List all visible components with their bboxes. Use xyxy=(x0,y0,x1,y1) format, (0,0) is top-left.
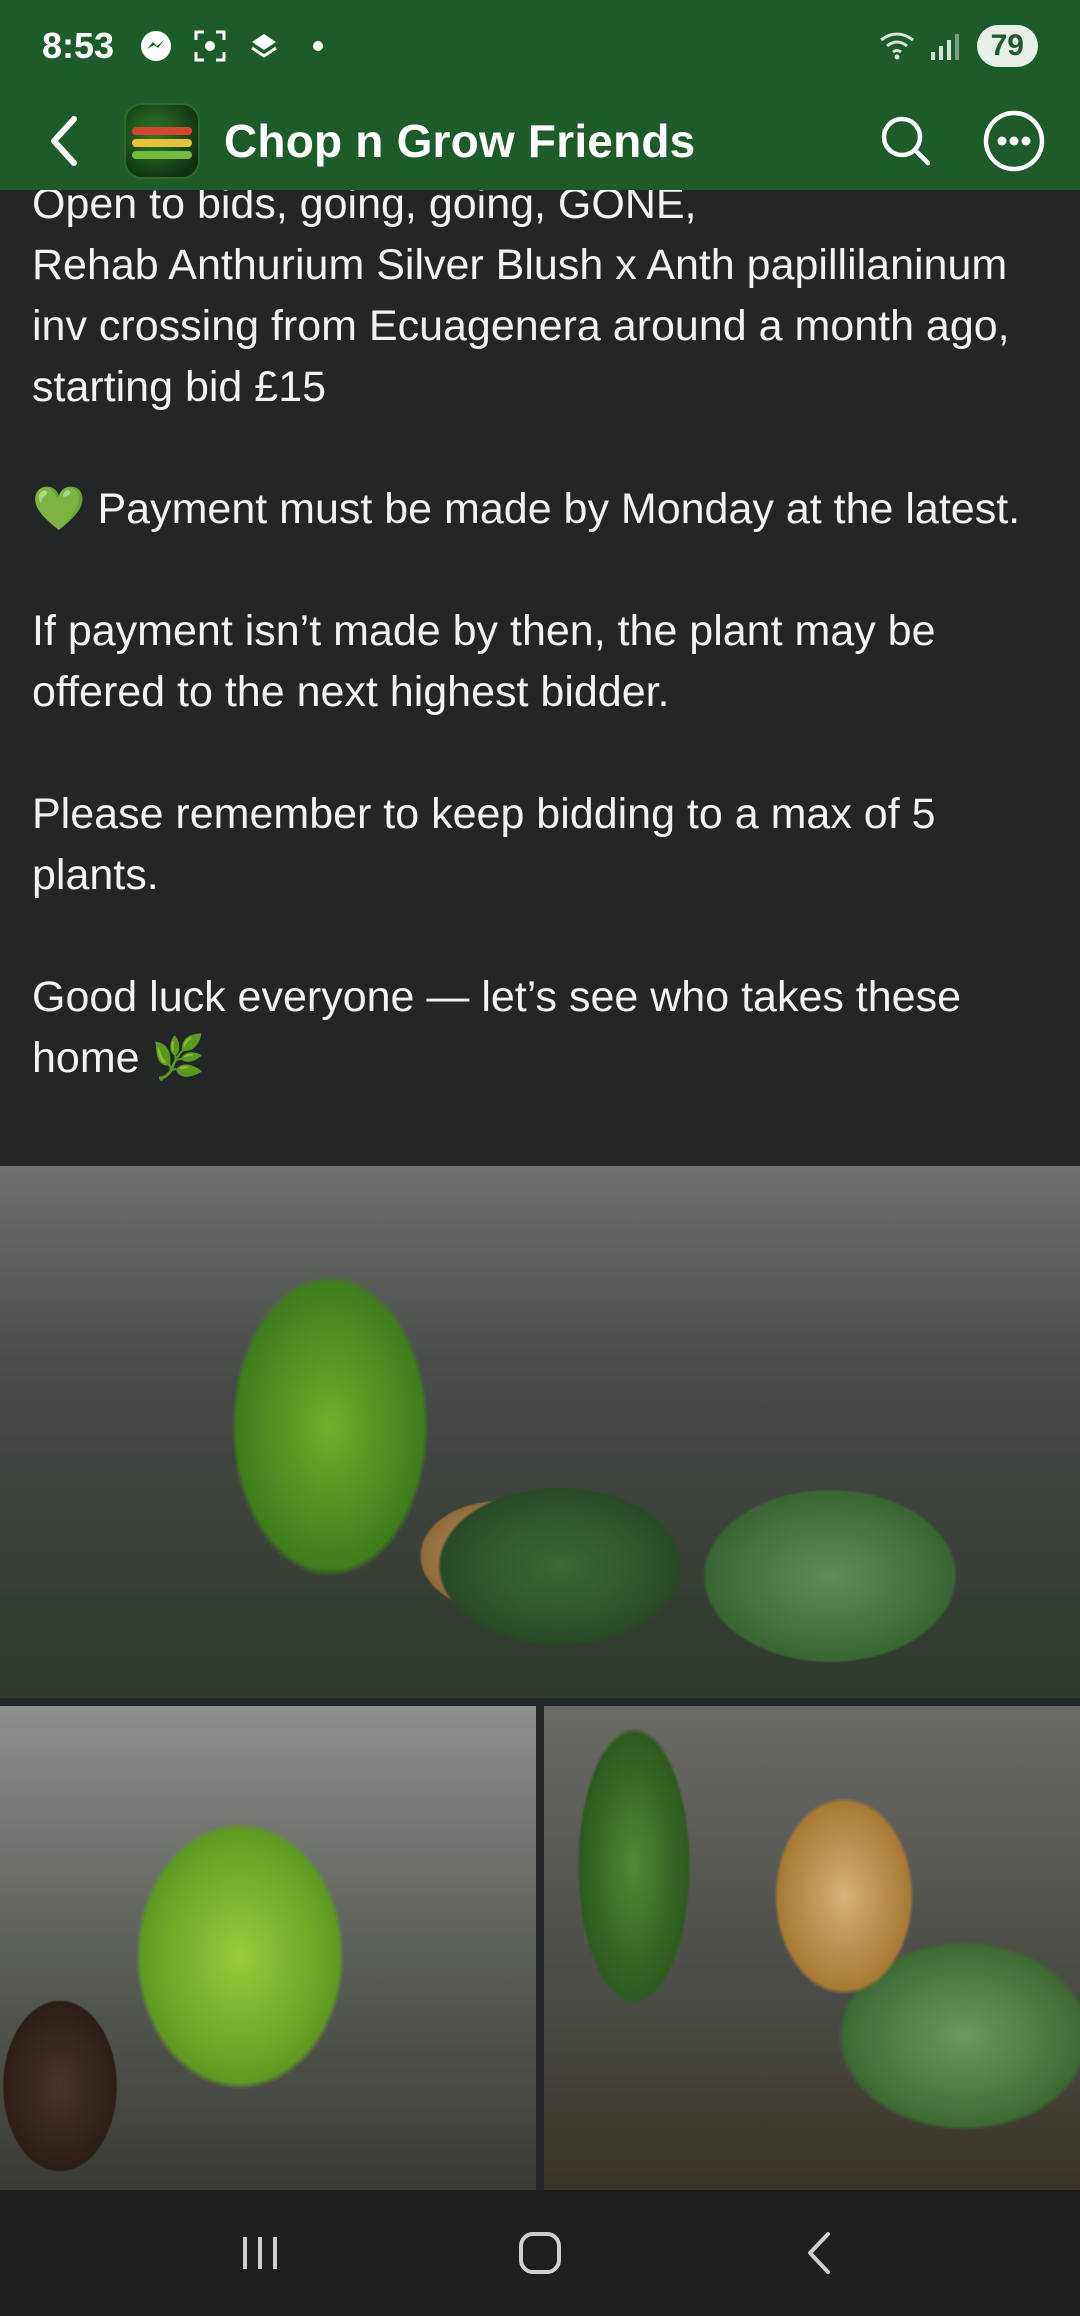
post-text: Open to bids, going, going, GONE, Rehab … xyxy=(0,190,1080,1166)
reminder-text: Please remember to keep bidding to a max… xyxy=(32,790,936,899)
post-first-line: Open to bids, going, going, GONE, xyxy=(32,190,697,228)
recent-apps-button[interactable] xyxy=(220,2213,300,2293)
messenger-icon xyxy=(138,28,174,64)
recent-apps-icon xyxy=(243,2237,277,2269)
group-avatar[interactable] xyxy=(124,103,200,179)
system-nav-bar xyxy=(0,2190,1080,2316)
search-icon xyxy=(881,116,931,166)
wifi-icon xyxy=(877,28,914,64)
back-nav-icon xyxy=(808,2232,830,2274)
plant-photo-3[interactable] xyxy=(544,1706,1080,2190)
back-button[interactable] xyxy=(34,111,94,171)
herb-icon: 🌿 xyxy=(151,1034,206,1082)
search-button[interactable] xyxy=(874,109,938,173)
post-description: Rehab Anthurium Silver Blush x Anth papi… xyxy=(32,241,1010,411)
back-nav-button[interactable] xyxy=(780,2213,860,2293)
payment-text: Payment must be made by Monday at the la… xyxy=(97,485,1021,533)
home-button[interactable] xyxy=(500,2213,580,2293)
screenshot-icon xyxy=(192,28,228,64)
more-options-button[interactable] xyxy=(982,109,1046,173)
battery-indicator: 79 xyxy=(976,25,1038,67)
home-icon xyxy=(519,2232,561,2274)
green-heart-icon: 💚 xyxy=(32,485,86,533)
dot-icon xyxy=(300,28,336,64)
status-bar: 8:53 79 xyxy=(0,0,1080,92)
chevron-left-icon xyxy=(51,116,77,166)
app-icon xyxy=(246,28,282,64)
app-bar: Chop n Grow Friends xyxy=(0,92,1080,190)
next-bidder-text: If payment isn’t made by then, the plant… xyxy=(32,607,936,716)
group-title[interactable]: Chop n Grow Friends xyxy=(224,114,695,168)
plant-photo-2[interactable] xyxy=(0,1706,536,2190)
status-time: 8:53 xyxy=(42,25,115,66)
plant-photo-1[interactable] xyxy=(0,1166,1080,1698)
more-icon xyxy=(983,110,1045,172)
signal-icon xyxy=(927,28,963,64)
